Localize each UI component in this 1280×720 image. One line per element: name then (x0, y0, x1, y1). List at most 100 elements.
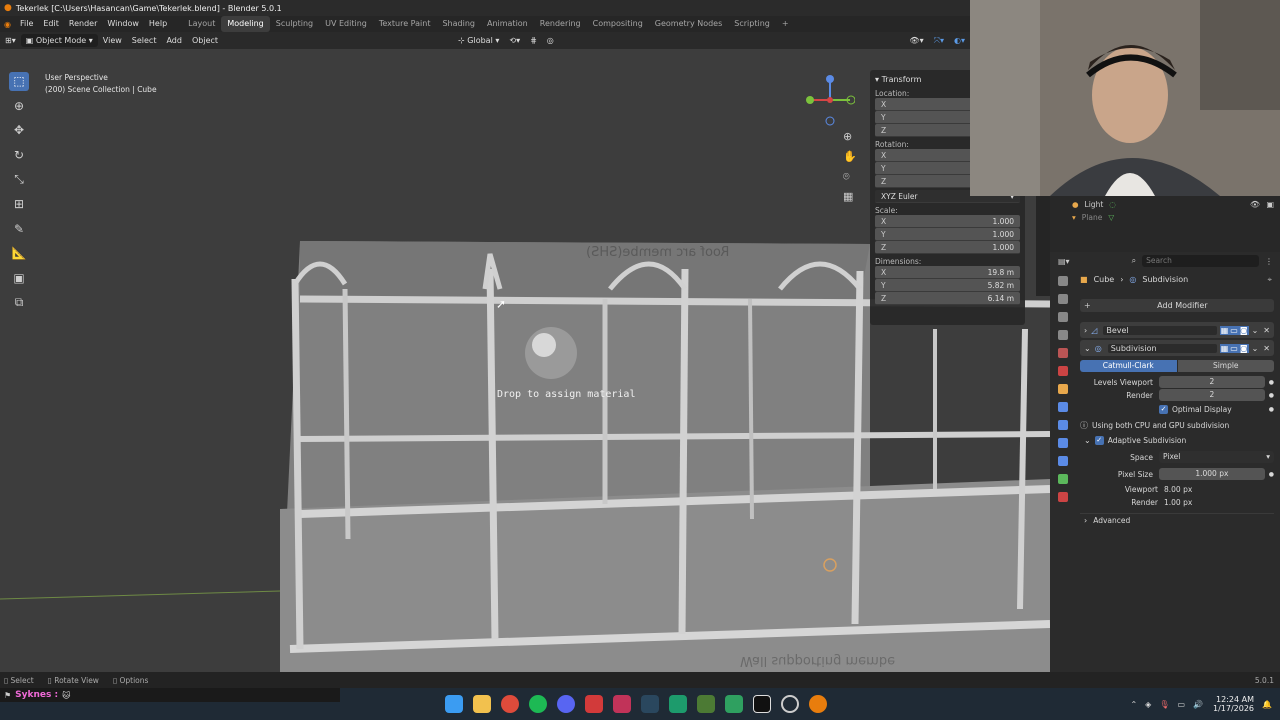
tab-rendering[interactable]: Rendering (534, 16, 587, 32)
tab-texture-paint[interactable]: Texture Paint (373, 16, 437, 32)
remove-icon[interactable]: ✕ (1263, 344, 1270, 353)
camera-icon[interactable]: ⌾ (843, 170, 850, 184)
menu-render[interactable]: Render (64, 16, 102, 32)
pin-icon[interactable]: ⌖ (1267, 275, 1272, 285)
pan-icon[interactable]: ✋ (843, 150, 857, 163)
sidebar-tabs[interactable] (1036, 196, 1050, 296)
dropdown-icon[interactable]: ⌄ (1252, 344, 1259, 353)
levels-viewport-field[interactable]: 2 (1159, 376, 1265, 388)
discord-icon[interactable] (557, 695, 575, 713)
orientation-dropdown[interactable]: ⊹ Global ▾ (453, 34, 504, 47)
tab-layout[interactable]: Layout (182, 16, 221, 32)
space-dropdown[interactable]: Pixel ▾ (1159, 451, 1274, 463)
blender-menu-icon[interactable]: ◉ (0, 20, 15, 29)
tab-shading[interactable]: Shading (436, 16, 481, 32)
proportional-edit-icon[interactable]: ◎ (542, 34, 559, 47)
remove-icon[interactable]: ✕ (1263, 326, 1270, 335)
start-icon[interactable] (445, 695, 463, 713)
props-options-icon[interactable]: ⋮ (1265, 257, 1273, 266)
app-circle-icon[interactable] (781, 695, 799, 713)
view-layer-tab-icon[interactable] (1058, 330, 1068, 340)
outliner-item-plane[interactable]: ▾ Plane ▽ (1072, 213, 1114, 222)
editor-type-icon[interactable]: ⊞▾ (0, 34, 21, 47)
notification-icon[interactable]: 🔔 (1262, 700, 1272, 709)
output-tab-icon[interactable] (1058, 312, 1068, 322)
tab-modeling[interactable]: Modeling (221, 16, 270, 32)
volume-icon[interactable]: 🔊 (1193, 700, 1203, 709)
tab-sculpting[interactable]: Sculpting (270, 16, 319, 32)
editmode-toggle-icon[interactable]: ▦ (1219, 343, 1230, 353)
keyframe-dot-icon[interactable]: ● (1269, 392, 1274, 399)
app-red-icon[interactable] (585, 695, 603, 713)
add-cube-icon[interactable]: ▣ (9, 269, 29, 288)
object-tab-icon[interactable] (1058, 384, 1068, 394)
chrome-icon[interactable] (501, 695, 519, 713)
keyframe-dot-icon[interactable]: ● (1269, 471, 1274, 478)
tab-compositing[interactable]: Compositing (587, 16, 649, 32)
move-icon[interactable]: ✥ (9, 121, 29, 140)
world-tab-icon[interactable] (1058, 366, 1068, 376)
menu-object[interactable]: Object (187, 34, 223, 47)
modifier-subdivision[interactable]: ⌄ ◎ Subdivision ▦ ▭ ◙ ⌄ ✕ (1080, 340, 1274, 356)
measure-icon[interactable]: 📐 (9, 244, 29, 263)
extra-tool-icon[interactable]: ⧉ (9, 293, 29, 312)
pivot-icon[interactable]: ⟲▾ (504, 34, 525, 47)
editor-type-icon[interactable]: ▤▾ (1058, 257, 1070, 266)
dimensions-x-field[interactable]: X 19.8 m (875, 266, 1020, 279)
visibility-icon[interactable]: 👁▾ (904, 34, 928, 47)
modifier-tab-icon[interactable] (1058, 402, 1068, 412)
add-modifier-button[interactable]: + Add Modifier (1080, 299, 1274, 312)
catmull-clark-button[interactable]: Catmull-Clark (1080, 360, 1177, 372)
simple-button[interactable]: Simple (1177, 360, 1274, 372)
menu-file[interactable]: File (15, 16, 38, 32)
viewport-toggle-icon[interactable]: ▭ (1229, 343, 1239, 353)
collapse-icon[interactable]: ⌄ (1084, 436, 1091, 445)
app-green-icon[interactable] (669, 695, 687, 713)
material-tab-icon[interactable] (1058, 492, 1068, 502)
menu-edit[interactable]: Edit (38, 16, 64, 32)
dimensions-z-field[interactable]: Z 6.14 m (875, 292, 1020, 305)
zoom-icon[interactable]: ⊕ (843, 130, 852, 143)
visibility-eye-icon[interactable]: 👁 (1250, 200, 1260, 209)
mode-dropdown[interactable]: ▣ Object Mode ▾ (20, 34, 98, 47)
render-levels-field[interactable]: 2 (1159, 389, 1265, 401)
outliner-item-light[interactable]: ● Light ◌ (1072, 200, 1116, 209)
menu-help[interactable]: Help (144, 16, 172, 32)
ortho-grid-icon[interactable]: ▦ (843, 190, 853, 203)
menu-window[interactable]: Window (102, 16, 144, 32)
render-toggle-icon[interactable]: ◙ (1238, 343, 1249, 353)
adaptive-checkbox[interactable]: ✓ (1094, 436, 1104, 445)
navigation-gizmo[interactable] (805, 74, 856, 126)
tray-app-icon[interactable]: ◈ (1145, 700, 1151, 709)
modifier-bevel[interactable]: › ◿ Bevel ▦ ▭ ◙ ⌄ ✕ (1080, 322, 1274, 338)
app-pen-icon[interactable] (613, 695, 631, 713)
tab-uv-editing[interactable]: UV Editing (319, 16, 373, 32)
tab-scripting[interactable]: Scripting (728, 16, 776, 32)
transform-icon[interactable]: ⊞ (9, 195, 29, 214)
add-workspace-icon[interactable]: + (776, 16, 795, 32)
steam-icon[interactable] (641, 695, 659, 713)
app-olive-icon[interactable] (697, 695, 715, 713)
rotate-icon[interactable]: ↻ (9, 146, 29, 165)
dimensions-y-field[interactable]: Y 5.82 m (875, 279, 1020, 292)
clock[interactable]: 12:24 AM 1/17/2026 (1213, 695, 1254, 713)
scale-x-field[interactable]: X 1.000 (875, 215, 1020, 228)
menu-select[interactable]: Select (127, 34, 162, 47)
dropdown-icon[interactable]: ⌄ (1252, 326, 1259, 335)
file-explorer-icon[interactable] (473, 695, 491, 713)
gizmo-icon[interactable]: ⤧▾ (929, 34, 949, 47)
props-search-input[interactable]: Search (1142, 255, 1259, 267)
scale-z-field[interactable]: Z 1.000 (875, 241, 1020, 254)
tray-chevron-icon[interactable]: ⌃ (1130, 700, 1137, 709)
tool-tab-icon[interactable] (1058, 276, 1068, 286)
pixel-size-field[interactable]: 1.000 px (1159, 468, 1265, 480)
scene-tab-icon[interactable] (1058, 348, 1068, 358)
spotify-icon[interactable] (529, 695, 547, 713)
data-tab-icon[interactable] (1058, 474, 1068, 484)
scale-y-field[interactable]: Y 1.000 (875, 228, 1020, 241)
render-camera-icon[interactable]: ▣ (1266, 200, 1274, 209)
cursor-tool-icon[interactable]: ⊕ (9, 97, 29, 116)
menu-add[interactable]: Add (161, 34, 187, 47)
menu-view[interactable]: View (98, 34, 127, 47)
keyframe-dot-icon[interactable]: ● (1269, 406, 1274, 413)
